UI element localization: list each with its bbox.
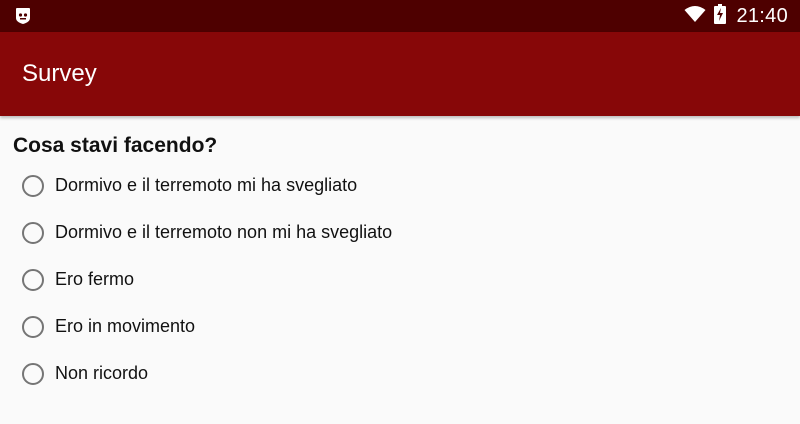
option-non-ricordo[interactable]: Non ricordo [20, 350, 780, 397]
answer-options: Dormivo e il terremoto mi ha svegliato D… [20, 162, 780, 397]
radio-button[interactable] [22, 268, 44, 291]
app-title: Survey [22, 60, 97, 87]
radio-button[interactable] [22, 315, 44, 338]
survey-content: Cosa stavi facendo? Dormivo e il terremo… [0, 116, 800, 424]
question-title: Cosa stavi facendo? [13, 134, 218, 157]
status-bar: 21:40 [0, 0, 800, 32]
radio-button[interactable] [22, 174, 44, 197]
option-dormivo-non-svegliato[interactable]: Dormivo e il terremoto non mi ha sveglia… [20, 209, 780, 256]
option-label: Non ricordo [55, 363, 149, 383]
option-dormivo-svegliato[interactable]: Dormivo e il terremoto mi ha svegliato [20, 162, 780, 209]
status-time: 21:40 [736, 4, 788, 27]
option-label: Dormivo e il terremoto mi ha svegliato [55, 175, 358, 195]
option-label: Ero fermo [55, 269, 135, 289]
wifi-icon [684, 5, 706, 28]
radio-button[interactable] [22, 221, 44, 244]
option-label: Dormivo e il terremoto non mi ha sveglia… [55, 222, 393, 242]
notification-app-icon [14, 7, 32, 25]
app-bar: Survey [0, 32, 800, 116]
option-ero-fermo[interactable]: Ero fermo [20, 256, 780, 303]
battery-charging-icon [714, 3, 727, 29]
option-ero-in-movimento[interactable]: Ero in movimento [20, 303, 780, 350]
option-label: Ero in movimento [55, 316, 196, 336]
status-icons: 21:40 [684, 0, 788, 32]
radio-button[interactable] [22, 362, 44, 385]
